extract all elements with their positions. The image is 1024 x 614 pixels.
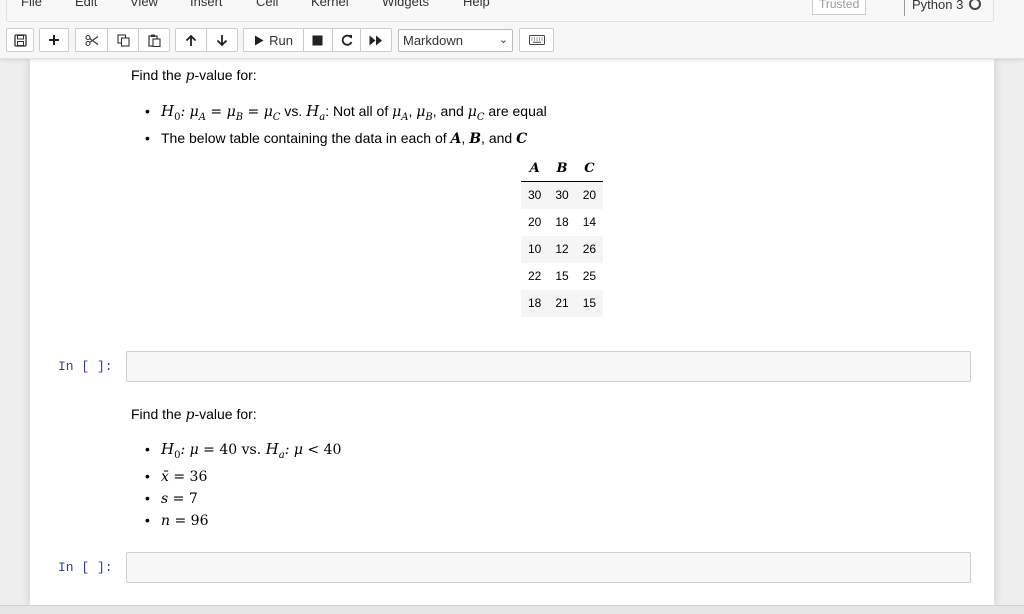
- cut-button[interactable]: [76, 29, 108, 51]
- table-header-a: A: [521, 157, 549, 182]
- menu-file[interactable]: File: [21, 0, 42, 11]
- menu-widgets[interactable]: Widgets: [382, 0, 429, 11]
- save-icon: [13, 33, 27, 47]
- table-cell: 20: [528, 215, 542, 229]
- code-cell-1-prompt: In [ ]:: [58, 359, 113, 374]
- table-cell: 15: [555, 269, 569, 283]
- scissors-icon: [84, 34, 98, 46]
- trusted-indicator[interactable]: Trusted: [812, 0, 867, 15]
- menu-cell[interactable]: Cell: [256, 0, 278, 11]
- kernel-idle-icon: [969, 0, 982, 10]
- restart-run-all-button[interactable]: [361, 29, 391, 51]
- code-cell-1-input[interactable]: [126, 351, 971, 382]
- cell-type-value: Markdown: [403, 33, 463, 48]
- interrupt-kernel-button[interactable]: [304, 29, 333, 51]
- table-description-item: The below table containing the data in e…: [145, 128, 547, 150]
- markdown-cell-1-list: H0: μA = μB = μC vs. Ha: Not all of μA, …: [145, 101, 547, 150]
- copy-icon: [116, 33, 130, 47]
- edit-button-group: [75, 28, 170, 52]
- keyboard-icon: [528, 35, 545, 45]
- menu-view[interactable]: View: [130, 0, 158, 11]
- fast-forward-icon: [369, 35, 383, 45]
- run-button-group: Run: [243, 28, 392, 52]
- table-row: 22 15 25: [521, 263, 603, 290]
- table-cell: 18: [555, 215, 569, 229]
- menu-kernel[interactable]: Kernel: [311, 0, 349, 11]
- table-cell: 12: [548, 235, 576, 263]
- code-cell-2-prompt: In [ ]:: [58, 560, 113, 575]
- table-cell: 22: [528, 269, 542, 283]
- table-cell: 26: [575, 235, 604, 263]
- sample-size-item: n = 96: [145, 510, 341, 532]
- kernel-name: Python 3: [912, 0, 964, 12]
- restart-icon: [341, 34, 352, 46]
- table-cell: 18: [521, 289, 549, 317]
- hypothesis-item: H0: μ = 40 vs. Ha: μ < 40: [145, 439, 341, 466]
- copy-button[interactable]: [108, 29, 139, 51]
- move-down-button[interactable]: [207, 29, 237, 51]
- notebook-container: Find the p-value for: H0: μA = μB = μC v…: [30, 59, 994, 605]
- sample-sd-item: s = 7: [145, 488, 341, 510]
- table-cell: 14: [582, 215, 597, 229]
- restart-kernel-button[interactable]: [333, 29, 362, 51]
- table-cell: 30: [521, 181, 549, 209]
- kernel-indicator: Python 3: [904, 0, 982, 16]
- table-row: 10 12 26: [521, 235, 604, 263]
- table-cell: 30: [548, 181, 576, 209]
- menu-edit[interactable]: Edit: [75, 0, 97, 11]
- plus-icon: [49, 35, 59, 45]
- table-header-c: C: [575, 157, 604, 182]
- horizontal-scrollbar[interactable]: [0, 605, 1024, 614]
- table-header-b: B: [548, 157, 576, 182]
- sample-mean-item: x̄ = 36: [145, 466, 341, 488]
- run-button[interactable]: Run: [244, 29, 305, 51]
- command-palette-button[interactable]: [519, 28, 554, 52]
- hypothesis-item: H0: μA = μB = μC vs. Ha: Not all of μA, …: [145, 101, 547, 128]
- move-up-button[interactable]: [176, 29, 207, 51]
- table-cell: 20: [575, 181, 604, 209]
- run-button-label: Run: [269, 32, 294, 48]
- table-cell: 10: [521, 235, 549, 263]
- markdown-cell-2-intro: Find the p-value for:: [131, 406, 257, 423]
- table-cell: 15: [575, 289, 604, 317]
- paste-button[interactable]: [139, 29, 169, 51]
- table-row: 20 18 14: [521, 209, 603, 236]
- data-table: A B C 30 30 20 20 18 14 10 12 26 22 15 25 18 21 15: [521, 157, 604, 317]
- code-cell-2-input[interactable]: [126, 552, 971, 583]
- table-cell: 25: [582, 269, 597, 283]
- table-header-row: A B C: [521, 157, 604, 182]
- arrow-down-icon: [216, 34, 227, 46]
- chevron-down-icon: ⌄: [498, 34, 508, 46]
- table-cell: 21: [548, 289, 576, 317]
- notebook-header: File Edit View Insert Cell Kernel Widget…: [0, 0, 1024, 59]
- menu-insert[interactable]: Insert: [190, 0, 223, 11]
- markdown-cell-1-intro: Find the p-value for:: [131, 67, 257, 84]
- table-row: 18 21 15: [521, 289, 604, 317]
- insert-cell-button[interactable]: [39, 28, 69, 52]
- play-icon: [255, 35, 264, 45]
- cell-type-select[interactable]: Markdown ⌄: [398, 29, 513, 52]
- save-button[interactable]: [6, 28, 34, 52]
- arrow-up-icon: [185, 34, 196, 46]
- markdown-cell-2-list: H0: μ = 40 vs. Ha: μ < 40 x̄ = 36 s = 7 …: [145, 439, 341, 532]
- table-row: 30 30 20: [521, 181, 604, 209]
- move-button-group: [175, 28, 238, 52]
- stop-icon: [312, 35, 323, 45]
- menu-help[interactable]: Help: [463, 0, 490, 11]
- paste-icon: [147, 34, 161, 47]
